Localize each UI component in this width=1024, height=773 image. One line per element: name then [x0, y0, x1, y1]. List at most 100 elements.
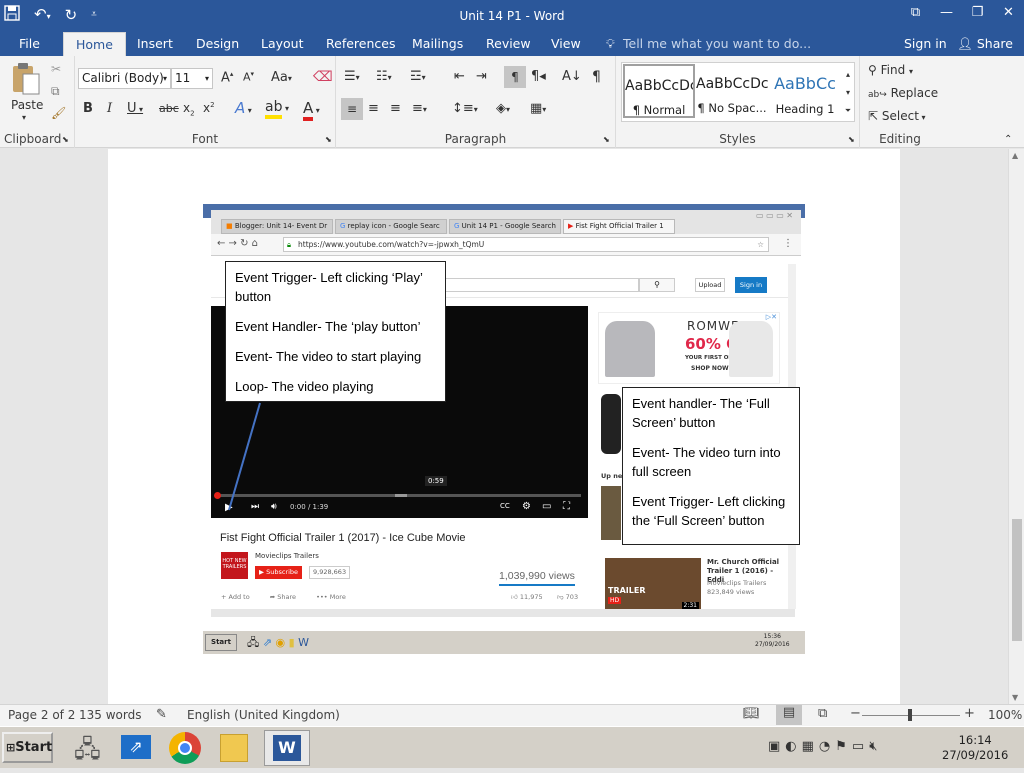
- sort-icon[interactable]: A↓: [562, 69, 582, 84]
- align-left-button[interactable]: ≡: [341, 98, 363, 120]
- bullets-icon[interactable]: ☰▾: [344, 69, 360, 84]
- start-button[interactable]: ⊞Start: [2, 732, 53, 763]
- text-effects-icon[interactable]: A ▾: [235, 99, 252, 117]
- increase-indent-icon[interactable]: ⇥: [476, 69, 487, 84]
- bold-button[interactable]: B: [83, 101, 93, 116]
- share-button[interactable]: 👤︎ Share: [957, 36, 1013, 52]
- change-case-icon[interactable]: Aa▾: [271, 70, 292, 85]
- chrome-icon[interactable]: [169, 732, 201, 764]
- zoom-level[interactable]: 100%: [988, 708, 1022, 722]
- clear-formatting-icon[interactable]: ⌫: [313, 69, 333, 85]
- dislike-button[interactable]: 👎︎ 703: [557, 593, 578, 601]
- multilevel-list-icon[interactable]: ☲▾: [410, 69, 426, 84]
- tab-review[interactable]: Review: [486, 36, 531, 51]
- sign-in-link[interactable]: Sign in: [904, 36, 947, 51]
- grow-font-icon[interactable]: A▴: [221, 70, 233, 85]
- page-count[interactable]: Page 2 of 2: [8, 708, 75, 722]
- find-button[interactable]: ⚲ Find ▾: [868, 63, 913, 77]
- word-count[interactable]: 135 words: [79, 708, 141, 722]
- font-name-dropdown[interactable]: Calibri (Body) ▾: [78, 68, 171, 89]
- tab-mailings[interactable]: Mailings: [412, 36, 463, 51]
- print-layout-icon[interactable]: ▤: [776, 705, 802, 725]
- like-button[interactable]: 👍︎ 11,975: [511, 593, 543, 601]
- align-right-icon[interactable]: ≡: [390, 101, 401, 116]
- share-video-button[interactable]: ➦ Share: [270, 593, 296, 601]
- close-button[interactable]: ✕: [993, 0, 1024, 28]
- read-mode-icon[interactable]: 📖︎: [743, 706, 760, 721]
- font-color-icon[interactable]: A ▾: [303, 99, 320, 121]
- font-size-dropdown[interactable]: 11 ▾: [171, 68, 213, 89]
- language[interactable]: English (United Kingdom): [187, 708, 340, 722]
- clock[interactable]: 16:14 27/09/2016: [942, 733, 1008, 763]
- tab-references[interactable]: References: [326, 36, 395, 51]
- powershell-icon[interactable]: ⇗: [121, 735, 151, 759]
- underline-button[interactable]: U ▾: [127, 101, 143, 116]
- borders-icon[interactable]: ▦▾: [530, 101, 546, 116]
- channel-name[interactable]: Movieclips Trailers: [255, 552, 319, 560]
- font-launcher-icon[interactable]: ⬊: [325, 135, 332, 144]
- copy-icon[interactable]: ⧉: [51, 84, 60, 99]
- paragraph-launcher-icon[interactable]: ⬊: [603, 135, 610, 144]
- justify-icon[interactable]: ≡▾: [412, 101, 427, 116]
- ribbon-display-icon[interactable]: ⧉: [900, 0, 931, 28]
- style-normal[interactable]: AaBbCcDc ¶ Normal: [623, 64, 695, 118]
- ad-banner[interactable]: ROMWE 60% OFF YOUR FIRST ORDER SHOP NOW …: [598, 312, 780, 384]
- replace-button[interactable]: ab↪ Replace: [868, 86, 938, 100]
- zoom-slider-thumb[interactable]: [908, 709, 912, 721]
- word-taskbar-button[interactable]: W: [264, 730, 310, 766]
- captured-start-button[interactable]: Start: [205, 634, 237, 651]
- restore-button[interactable]: ❐: [962, 0, 993, 28]
- align-center-icon[interactable]: ≡: [368, 101, 379, 116]
- scrollbar-thumb[interactable]: [1012, 519, 1022, 641]
- subscribe-button[interactable]: ▶ Subscribe: [255, 566, 303, 579]
- clipboard-launcher-icon[interactable]: ⬊: [62, 135, 69, 144]
- style-no-spacing[interactable]: AaBbCcDc ¶ No Spac...: [696, 64, 768, 118]
- italic-button[interactable]: I: [107, 101, 112, 116]
- rtl-icon[interactable]: ¶◂: [531, 69, 546, 84]
- decrease-indent-icon[interactable]: ⇤: [454, 69, 465, 84]
- tab-design[interactable]: Design: [196, 36, 239, 51]
- collapse-ribbon-icon[interactable]: ⌃: [1004, 134, 1012, 145]
- line-spacing-icon[interactable]: ↕≡▾: [452, 101, 478, 116]
- select-button[interactable]: ⇱ Select ▾: [868, 109, 925, 123]
- styles-launcher-icon[interactable]: ⬊: [848, 135, 855, 144]
- superscript-button[interactable]: x2: [203, 101, 215, 115]
- numbering-icon[interactable]: ☷▾: [376, 69, 392, 84]
- highlight-icon[interactable]: ab ▾: [265, 99, 289, 119]
- more-button[interactable]: ••• More: [316, 593, 346, 601]
- format-painter-icon[interactable]: 🖌︎: [51, 106, 66, 120]
- tab-insert[interactable]: Insert: [137, 36, 173, 51]
- tab-view[interactable]: View: [551, 36, 581, 51]
- tab-layout[interactable]: Layout: [261, 36, 304, 51]
- tell-me-box[interactable]: Tell me what you want to do...: [623, 36, 811, 51]
- tab-file[interactable]: File: [19, 36, 40, 51]
- tab-home[interactable]: Home: [63, 32, 126, 56]
- channel-avatar[interactable]: HOT NEW TRAILERS: [221, 552, 248, 579]
- web-layout-icon[interactable]: ⧉: [818, 706, 827, 721]
- style-heading-1[interactable]: AaBbCc Heading 1: [769, 64, 841, 118]
- scroll-down-icon[interactable]: ▼: [1012, 693, 1018, 702]
- file-explorer-icon[interactable]: [220, 734, 248, 762]
- paste-dropdown-icon[interactable]: ▾: [22, 113, 26, 122]
- ltr-button[interactable]: ¶: [504, 66, 526, 88]
- shading-icon[interactable]: ◈▾: [496, 101, 510, 116]
- shrink-font-icon[interactable]: A▾: [243, 70, 254, 84]
- minimize-button[interactable]: —: [931, 0, 962, 28]
- zoom-in-icon[interactable]: +: [964, 706, 975, 721]
- up-next-thumb[interactable]: [601, 486, 621, 540]
- server-manager-icon[interactable]: 🖧: [74, 732, 101, 773]
- cut-icon[interactable]: ✂: [51, 62, 61, 76]
- add-to-button[interactable]: + Add to: [221, 593, 250, 601]
- system-tray-icons[interactable]: ▣◐▦◔⚑▭🔇︎: [768, 739, 882, 754]
- vertical-scrollbar[interactable]: ▲ ▼: [1008, 149, 1024, 704]
- paste-button[interactable]: [10, 62, 42, 99]
- subscript-button[interactable]: x2: [183, 101, 195, 117]
- side-video-thumbnail[interactable]: TRAILER HD 2:31: [605, 558, 701, 610]
- show-formatting-icon[interactable]: ¶: [592, 69, 601, 85]
- styles-scroll[interactable]: ▴ ▾ ⏷: [842, 66, 854, 120]
- proofing-icon[interactable]: ✎: [156, 707, 167, 722]
- ad-close-icon[interactable]: ▷✕: [766, 313, 777, 321]
- strikethrough-button[interactable]: abc: [159, 102, 179, 115]
- zoom-out-icon[interactable]: −: [850, 706, 861, 721]
- scroll-up-icon[interactable]: ▲: [1012, 151, 1018, 160]
